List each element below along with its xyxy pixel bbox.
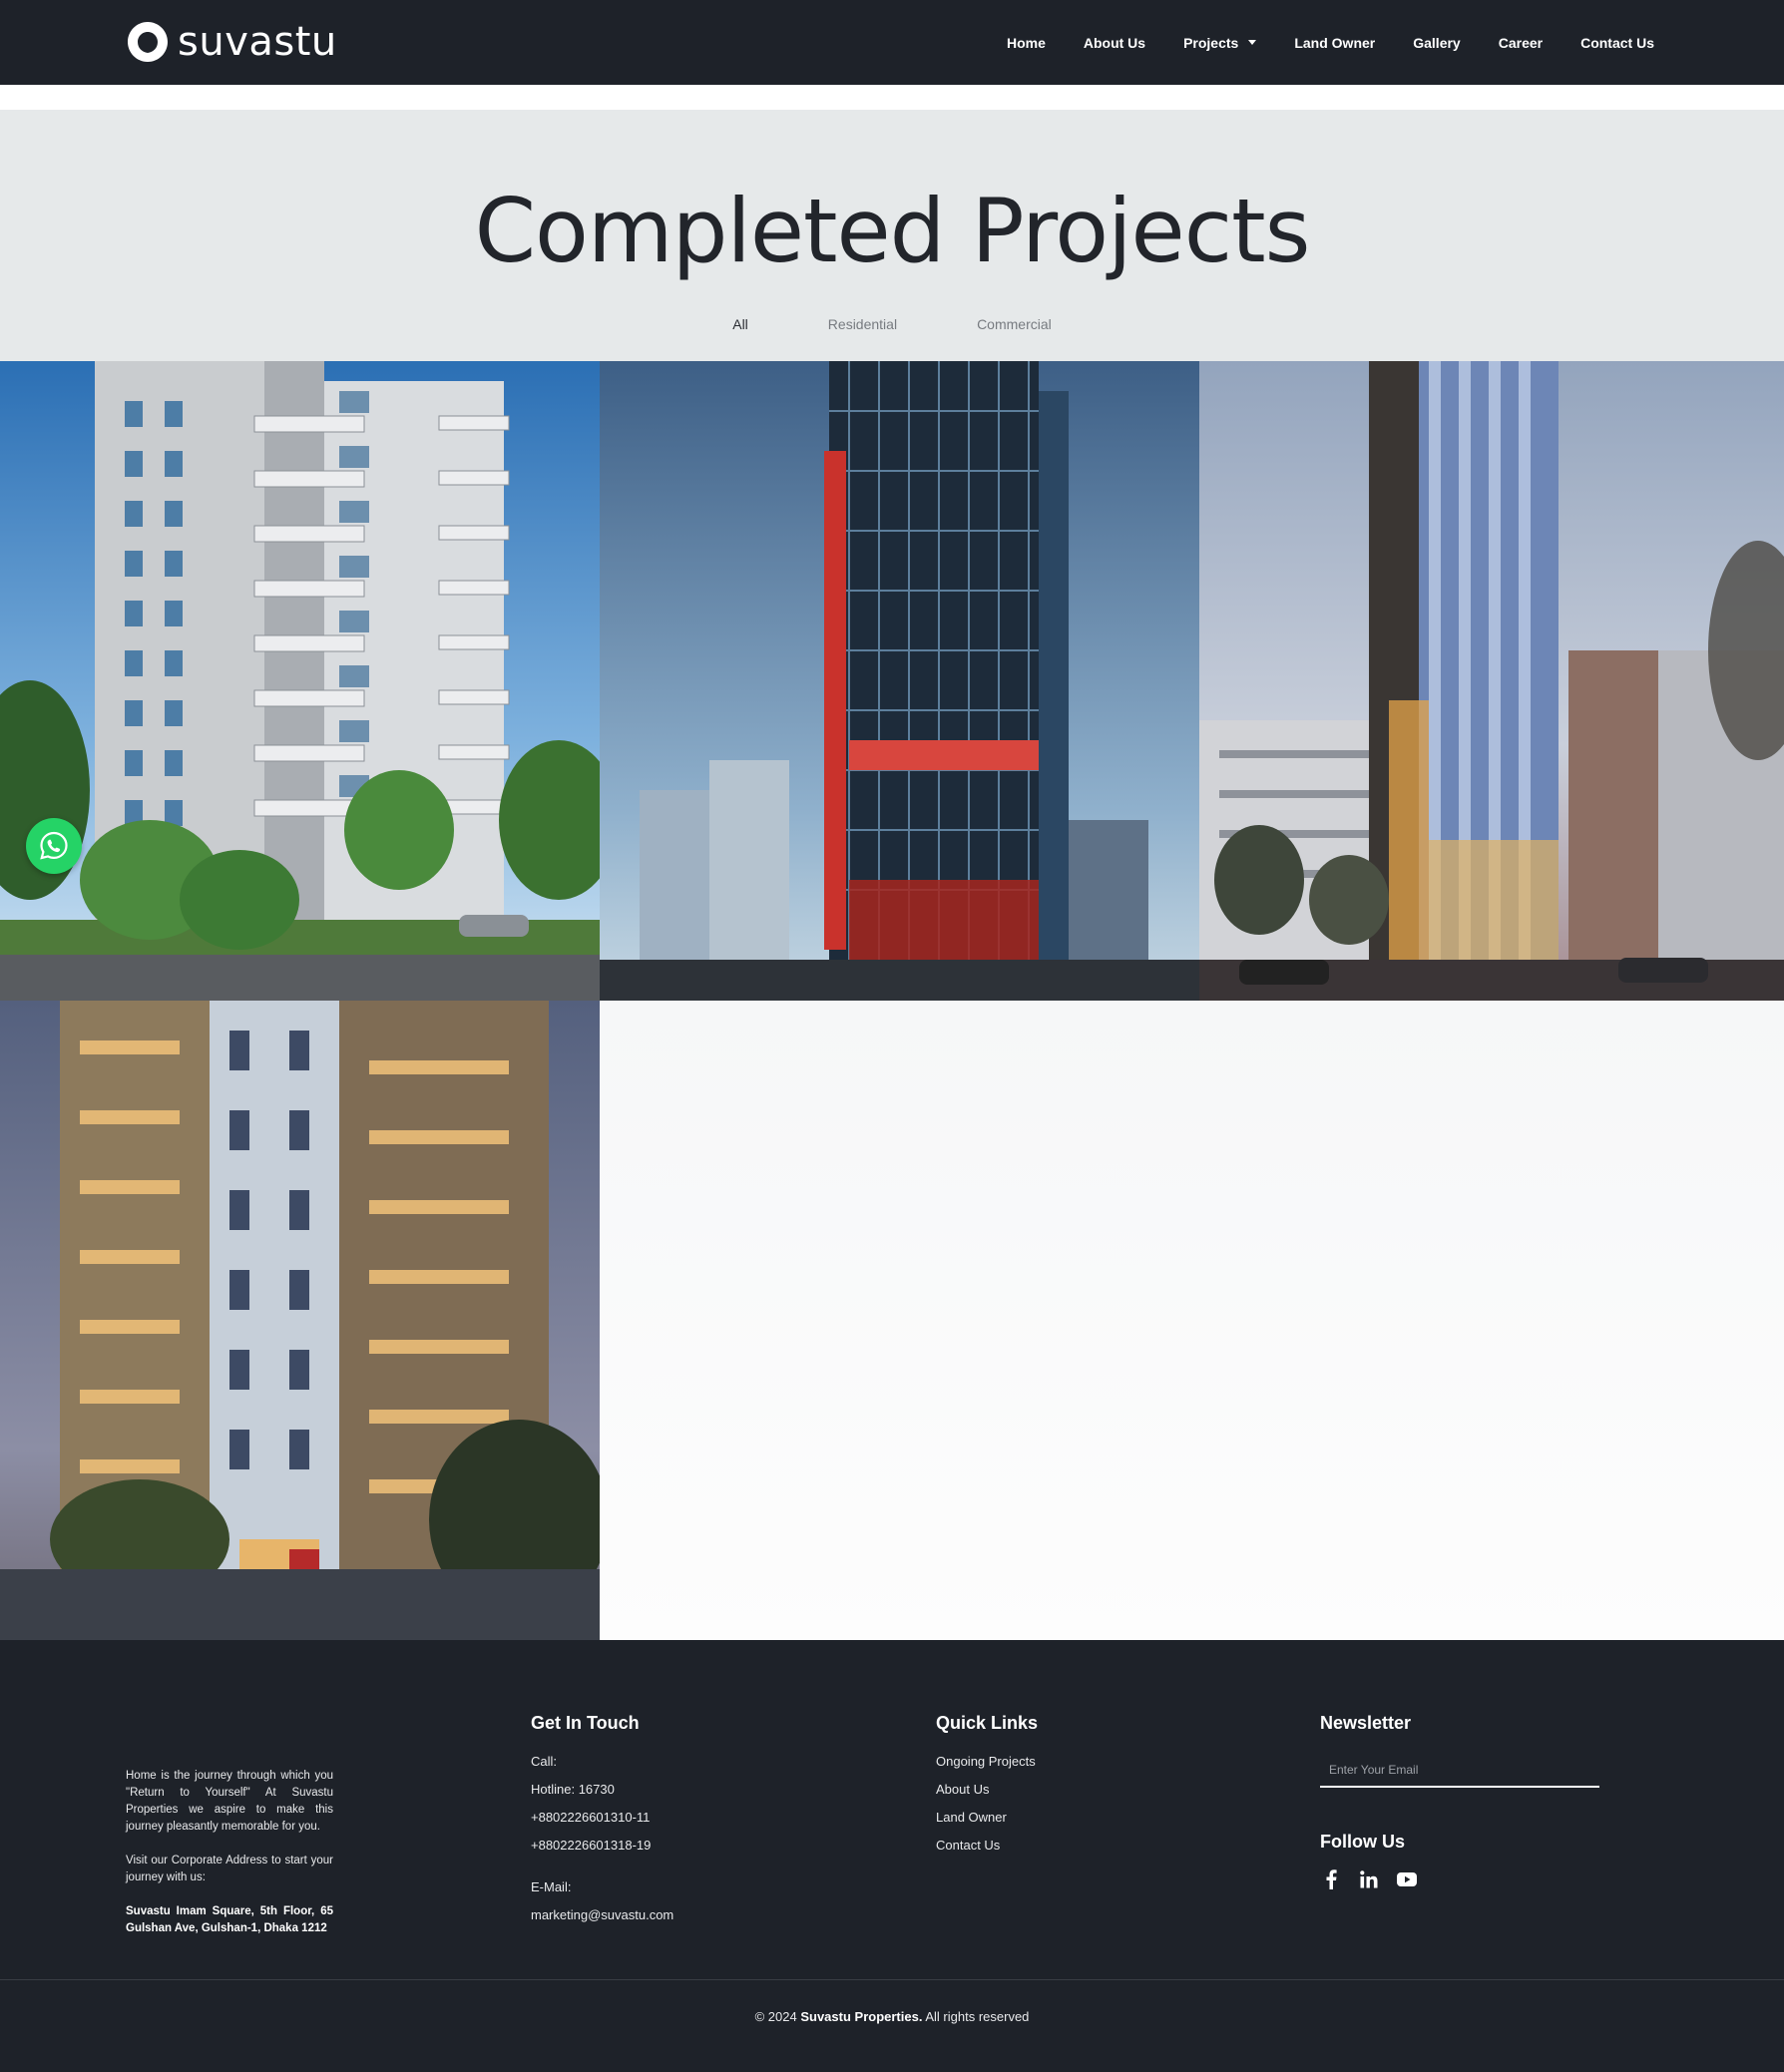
caret-down-icon xyxy=(1248,40,1257,45)
about-visit: Visit our Corporate Address to start you… xyxy=(126,1855,333,1883)
contact-title: Get In Touch xyxy=(531,1713,640,1733)
nav-about-label: About Us xyxy=(1083,34,1146,51)
linkedin-icon[interactable] xyxy=(1358,1868,1380,1890)
newsletter-email-input[interactable] xyxy=(1320,1754,1599,1788)
nav-land-owner-label: Land Owner xyxy=(1294,34,1376,51)
project-image xyxy=(0,361,600,1001)
filter-residential[interactable]: Residential xyxy=(828,316,897,332)
copyright-year: © 2024 xyxy=(754,2009,797,2024)
social-links xyxy=(1320,1868,1599,1890)
call-label: Call: xyxy=(531,1754,558,1769)
whatsapp-button[interactable] xyxy=(26,818,82,874)
nav-home-label: Home xyxy=(1006,34,1046,51)
copyright-rights: All rights reserved xyxy=(925,2009,1030,2024)
nav-gallery[interactable]: Gallery xyxy=(1413,35,1460,51)
brand-name: suvastu xyxy=(178,19,337,65)
project-card[interactable] xyxy=(600,361,1199,1001)
phone-2[interactable]: +8802226601318-19 xyxy=(531,1832,673,1860)
main-nav: Home About Us Projects Land Owner Galler… xyxy=(969,0,1654,85)
link-land-owner[interactable]: Land Owner xyxy=(936,1804,1038,1832)
project-image xyxy=(0,1001,600,1640)
project-grid xyxy=(0,361,1784,1640)
brand-logo[interactable]: suvastu xyxy=(126,18,337,66)
footer-about: Home is the journey through which you "R… xyxy=(126,1768,333,1954)
nav-about-us[interactable]: About Us xyxy=(1084,35,1145,51)
site-footer: Home is the journey through which you "R… xyxy=(0,1640,1784,2072)
copyright-company: Suvastu Properties. xyxy=(800,2009,923,2024)
nav-career-label: Career xyxy=(1498,34,1544,51)
page-hero: Completed Projects All Residential Comme… xyxy=(0,110,1784,361)
facebook-icon[interactable] xyxy=(1320,1868,1342,1890)
youtube-icon[interactable] xyxy=(1396,1868,1418,1890)
whatsapp-icon xyxy=(40,831,68,860)
nav-gallery-label: Gallery xyxy=(1413,34,1461,51)
nav-land-owner[interactable]: Land Owner xyxy=(1294,35,1375,51)
site-header: suvastu Home About Us Projects Land Owne… xyxy=(0,0,1784,85)
filter-commercial[interactable]: Commercial xyxy=(977,316,1052,332)
nav-projects[interactable]: Projects xyxy=(1183,34,1257,51)
footer-newsletter: Newsletter Follow Us xyxy=(1320,1713,1599,1890)
project-card[interactable] xyxy=(0,361,600,1001)
follow-us-title: Follow Us xyxy=(1320,1832,1405,1852)
grid-empty-area xyxy=(600,1001,1784,1640)
email-link[interactable]: marketing@suvastu.com xyxy=(531,1901,673,1929)
hotline[interactable]: Hotline: 16730 xyxy=(531,1776,673,1804)
phone-1[interactable]: +8802226601310-11 xyxy=(531,1804,673,1832)
link-contact-us[interactable]: Contact Us xyxy=(936,1832,1038,1860)
about-intro: Home is the journey through which you "R… xyxy=(126,1770,333,1833)
link-about-us[interactable]: About Us xyxy=(936,1776,1038,1804)
nav-contact-label: Contact Us xyxy=(1580,34,1654,51)
project-image xyxy=(600,361,1199,1001)
project-card[interactable] xyxy=(0,1001,600,1640)
filter-all[interactable]: All xyxy=(732,316,748,332)
link-ongoing-projects[interactable]: Ongoing Projects xyxy=(936,1748,1038,1776)
nav-career[interactable]: Career xyxy=(1499,35,1543,51)
page-title: Completed Projects xyxy=(474,180,1311,282)
project-filters: All Residential Commercial xyxy=(0,316,1784,332)
logo-mark-icon xyxy=(126,20,170,64)
nav-contact-us[interactable]: Contact Us xyxy=(1580,35,1654,51)
copyright: © 2024 Suvastu Properties. All rights re… xyxy=(0,2009,1784,2024)
footer-divider xyxy=(0,1979,1784,1980)
nav-home[interactable]: Home xyxy=(1007,35,1046,51)
email-label: E-Mail: xyxy=(531,1879,572,1894)
corporate-address: Suvastu Imam Square, 5th Floor, 65 Gulsh… xyxy=(126,1905,333,1934)
footer-quick-links: Quick Links Ongoing Projects About Us La… xyxy=(936,1713,1038,1860)
quick-links-title: Quick Links xyxy=(936,1713,1039,1733)
footer-contact: Get In Touch Call: Hotline: 16730 +88022… xyxy=(531,1713,673,1929)
project-card[interactable] xyxy=(1199,361,1784,1001)
newsletter-title: Newsletter xyxy=(1320,1713,1412,1733)
nav-projects-label: Projects xyxy=(1183,34,1239,51)
project-image xyxy=(1199,361,1784,1001)
